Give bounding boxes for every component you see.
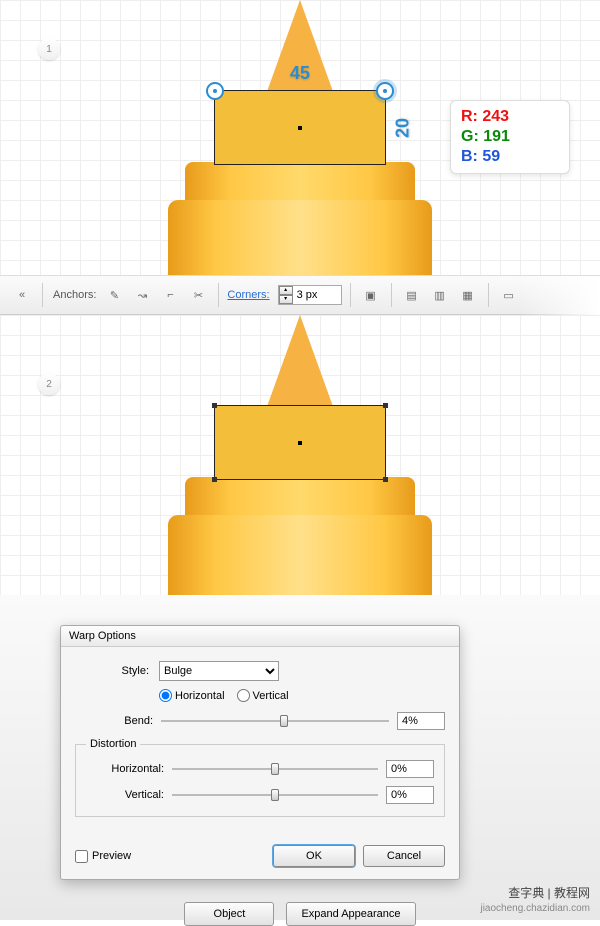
- distortion-legend: Distortion: [86, 738, 140, 750]
- rgb-red: R: 243: [461, 107, 559, 127]
- dist-h-input[interactable]: [386, 760, 434, 778]
- anchors-label: Anchors:: [53, 289, 96, 301]
- selection-handle-tl[interactable]: [206, 82, 224, 100]
- slider-thumb[interactable]: [280, 715, 288, 727]
- rgb-green: G: 191: [461, 127, 559, 147]
- dialog-area: Warp Options Style: Bulge Horizontal Ver…: [0, 595, 600, 920]
- selected-rectangle[interactable]: [214, 405, 386, 480]
- cut-path-icon[interactable]: ✂: [186, 283, 210, 307]
- corners-input[interactable]: [293, 286, 341, 304]
- bend-input[interactable]: [397, 712, 445, 730]
- separator: [218, 283, 219, 307]
- bottom-button-row: Object Expand Appearance: [60, 902, 540, 926]
- dist-h-slider[interactable]: [172, 762, 378, 776]
- step-badge-1: 1: [38, 38, 60, 60]
- orientation-radios: Horizontal Vertical: [159, 689, 445, 702]
- bottle-illustration-1: 45 20: [150, 0, 450, 275]
- bottle-illustration-2: [150, 315, 450, 595]
- style-label: Style:: [75, 665, 153, 677]
- anchor-point[interactable]: [383, 403, 388, 408]
- align-right-icon[interactable]: ▦: [456, 283, 480, 307]
- radio-horizontal-input[interactable]: [159, 689, 172, 702]
- align-top-icon[interactable]: ▭: [497, 283, 521, 307]
- warp-options-dialog: Warp Options Style: Bulge Horizontal Ver…: [60, 625, 460, 880]
- dist-v-label: Vertical:: [86, 789, 164, 801]
- align-left-icon[interactable]: ▤: [400, 283, 424, 307]
- bend-label: Bend:: [75, 715, 153, 727]
- anchor-point[interactable]: [212, 477, 217, 482]
- dist-v-input[interactable]: [386, 786, 434, 804]
- dialog-title: Warp Options: [61, 626, 459, 647]
- dialog-body: Style: Bulge Horizontal Vertical Bend: D…: [61, 647, 459, 837]
- dist-v-slider[interactable]: [172, 788, 378, 802]
- selection-handle-tr[interactable]: [376, 82, 394, 100]
- bounding-box-icon[interactable]: ▣: [359, 283, 383, 307]
- rgb-callout: R: 243 G: 191 B: 59: [450, 100, 570, 174]
- control-toolbar: « Anchors: ✎ ↝ ⌐ ✂ Corners: ▴▾ ▣ ▤ ▥ ▦ ▭: [0, 275, 600, 315]
- separator: [391, 283, 392, 307]
- corners-input-group: ▴▾: [278, 285, 342, 305]
- preview-checkbox-input[interactable]: [75, 850, 88, 863]
- anchor-point[interactable]: [212, 403, 217, 408]
- bottle-body: [168, 200, 432, 275]
- anchor-smooth-icon[interactable]: ↝: [130, 283, 154, 307]
- watermark-bottom: 查字典 | 教程网 jiaocheng.chazidian.com: [480, 886, 590, 915]
- canvas-step-1: 1 45 20 R: 243 G: 191 B: 59: [0, 0, 600, 275]
- radio-vertical[interactable]: Vertical: [237, 689, 289, 702]
- center-point-icon: [298, 126, 302, 130]
- anchor-corner-icon[interactable]: ⌐: [158, 283, 182, 307]
- selected-rectangle[interactable]: 45 20: [214, 90, 386, 165]
- align-center-icon[interactable]: ▥: [428, 283, 452, 307]
- corners-label[interactable]: Corners:: [227, 289, 269, 301]
- anchor-point[interactable]: [383, 477, 388, 482]
- canvas-step-2: 2: [0, 315, 600, 595]
- slider-thumb[interactable]: [271, 789, 279, 801]
- preview-checkbox[interactable]: Preview: [75, 850, 131, 863]
- center-point-icon: [298, 441, 302, 445]
- dist-h-label: Horizontal:: [86, 763, 164, 775]
- spinner-up-icon[interactable]: ▴: [279, 286, 293, 295]
- expand-appearance-button[interactable]: Expand Appearance: [286, 902, 415, 926]
- width-dimension: 45: [290, 63, 310, 84]
- bend-slider[interactable]: [161, 714, 389, 728]
- radio-vertical-input[interactable]: [237, 689, 250, 702]
- spinner-down-icon[interactable]: ▾: [279, 295, 293, 304]
- watermark-bottom-url: jiaocheng.chazidian.com: [480, 902, 590, 915]
- overflow-left-icon[interactable]: «: [10, 283, 34, 307]
- cancel-button[interactable]: Cancel: [363, 845, 445, 867]
- separator: [350, 283, 351, 307]
- watermark-bottom-cn: 查字典 | 教程网: [480, 886, 590, 902]
- height-dimension: 20: [392, 117, 413, 137]
- bottle-body: [168, 515, 432, 595]
- slider-thumb[interactable]: [271, 763, 279, 775]
- corners-spinner[interactable]: ▴▾: [279, 286, 293, 304]
- step-badge-2: 2: [38, 373, 60, 395]
- object-button[interactable]: Object: [184, 902, 274, 926]
- convert-anchor-icon[interactable]: ✎: [102, 283, 126, 307]
- style-select[interactable]: Bulge: [159, 661, 279, 681]
- separator: [42, 283, 43, 307]
- separator: [488, 283, 489, 307]
- rgb-blue: B: 59: [461, 147, 559, 167]
- radio-horizontal[interactable]: Horizontal: [159, 689, 225, 702]
- toolbar-fade: [520, 276, 600, 316]
- ok-button[interactable]: OK: [273, 845, 355, 867]
- distortion-fieldset: Distortion Horizontal: Vertical:: [75, 738, 445, 817]
- dialog-buttons: Preview OK Cancel: [61, 837, 459, 879]
